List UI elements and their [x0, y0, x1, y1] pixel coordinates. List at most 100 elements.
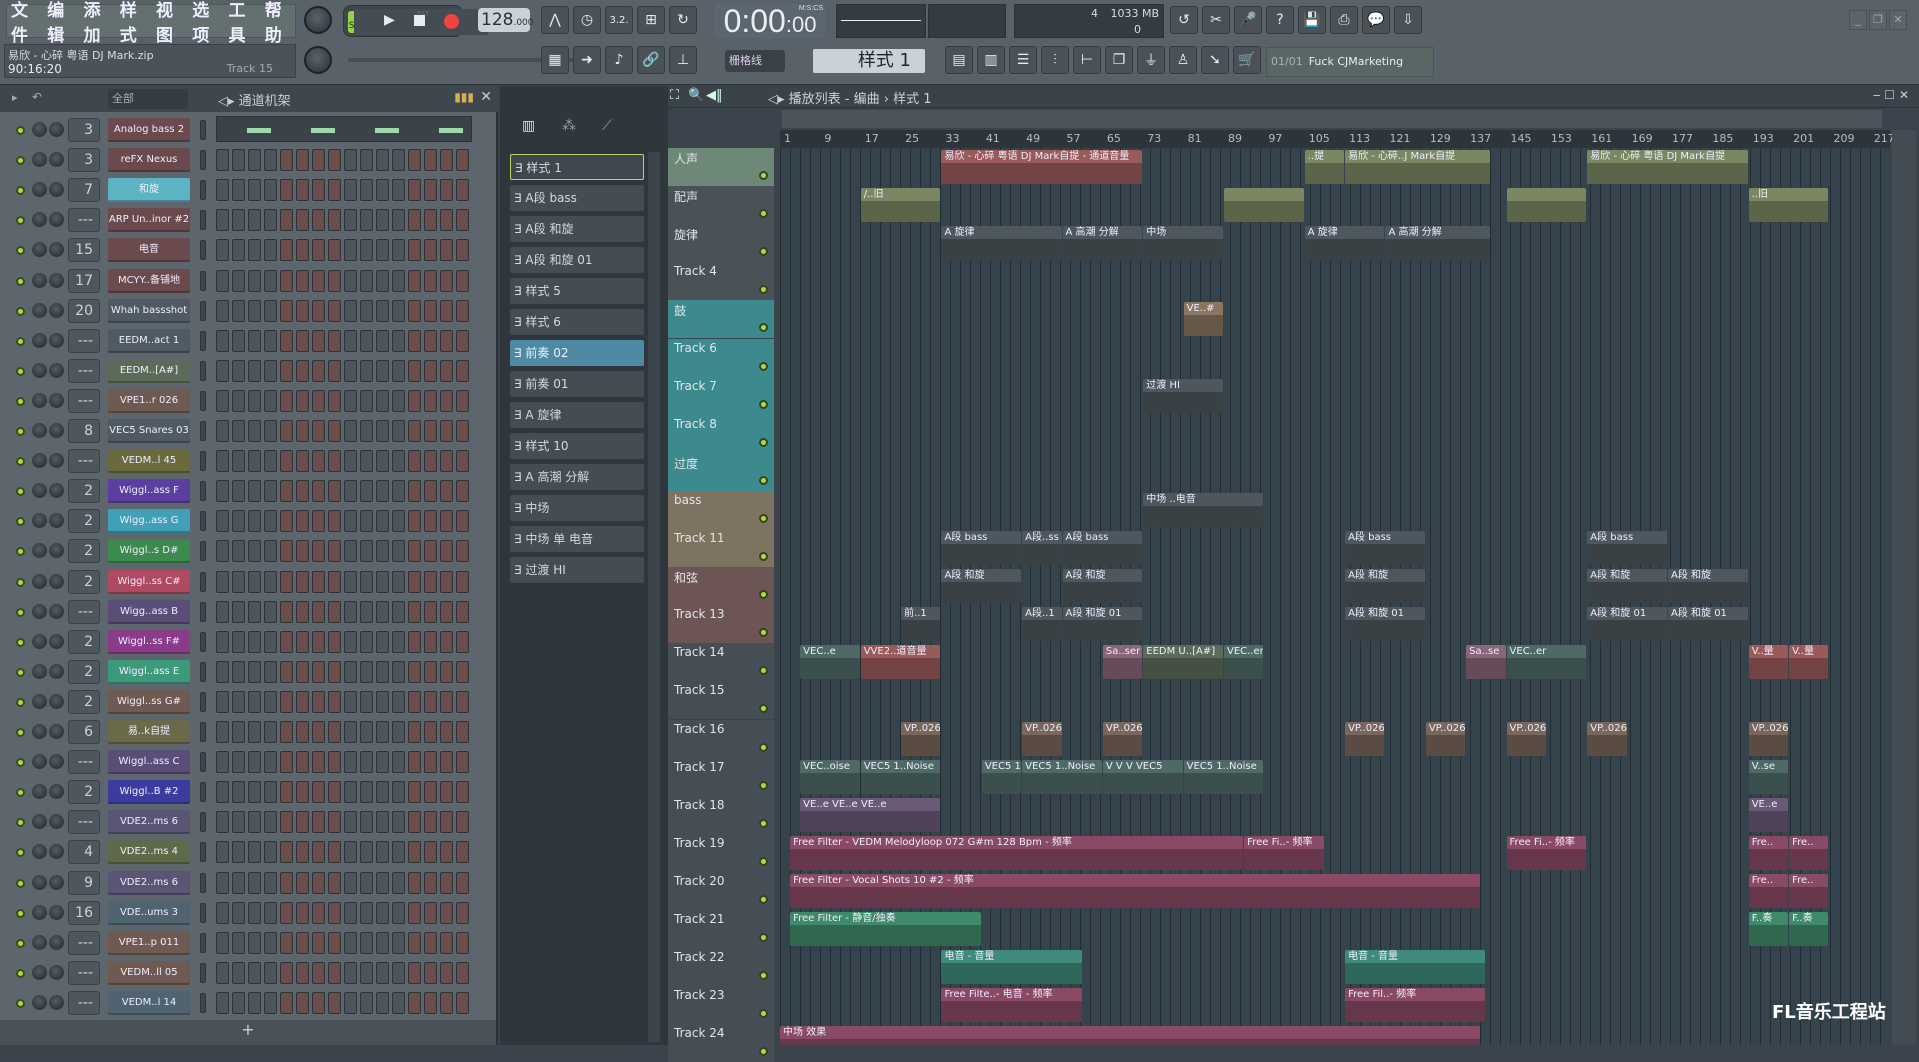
step-button[interactable] — [440, 901, 453, 924]
step-button[interactable] — [264, 781, 277, 804]
channel-volume-knob[interactable] — [49, 754, 64, 770]
playlist-clip[interactable]: VP..026 — [1587, 721, 1627, 756]
channel-volume-knob[interactable] — [49, 453, 64, 469]
microphone-icon[interactable]: 🎤 — [1234, 6, 1262, 34]
channel-pan-knob[interactable] — [32, 302, 47, 318]
step-button[interactable] — [328, 359, 341, 382]
step-button[interactable] — [216, 811, 229, 834]
step-button[interactable] — [248, 480, 261, 503]
playlist-clip[interactable]: ..提 — [1304, 150, 1345, 184]
channel-volume-knob[interactable] — [49, 603, 64, 619]
channel-volume-knob[interactable] — [49, 724, 64, 739]
step-button[interactable] — [312, 871, 325, 894]
channel-mixer-track[interactable]: --- — [68, 990, 100, 1015]
step-button[interactable] — [264, 630, 277, 653]
cut-icon[interactable]: ✂ — [1202, 6, 1230, 34]
step-button[interactable] — [344, 660, 357, 683]
step-button[interactable] — [408, 209, 421, 232]
step-button[interactable] — [344, 811, 357, 834]
playlist-clip[interactable]: VP..026 — [1345, 721, 1385, 756]
channel-pan-knob[interactable] — [32, 332, 47, 348]
step-button[interactable] — [424, 389, 437, 412]
step-button[interactable] — [328, 299, 341, 322]
step-button[interactable] — [360, 239, 373, 262]
step-button[interactable] — [264, 359, 277, 382]
playlist-clip[interactable]: VP..026 — [1102, 721, 1143, 756]
step-button[interactable] — [440, 540, 453, 563]
step-button[interactable] — [424, 570, 437, 593]
step-button[interactable] — [408, 961, 421, 984]
step-button[interactable] — [312, 540, 325, 563]
step-button[interactable] — [376, 420, 389, 442]
channel-volume-knob[interactable] — [49, 693, 64, 709]
step-button[interactable] — [296, 209, 309, 232]
audio-icon[interactable]: ⁂ — [562, 118, 576, 134]
step-button[interactable] — [392, 721, 405, 743]
channel-pan-knob[interactable] — [32, 603, 47, 619]
step-button[interactable] — [392, 781, 405, 804]
channel-select[interactable] — [200, 812, 206, 833]
step-button[interactable] — [456, 299, 469, 322]
step-button[interactable] — [280, 329, 293, 352]
step-button[interactable] — [440, 269, 453, 292]
step-button[interactable] — [248, 570, 261, 593]
channel-select[interactable] — [200, 150, 206, 171]
step-button[interactable] — [216, 871, 229, 894]
channel-mixer-track[interactable]: 7 — [68, 178, 100, 203]
track-header[interactable]: 人声 — [668, 148, 774, 186]
pattern-item[interactable]: ∃ 样式 10 — [510, 433, 644, 459]
step-button[interactable] — [248, 420, 261, 442]
step-button[interactable] — [408, 991, 421, 1014]
step-button[interactable] — [376, 299, 389, 322]
step-button[interactable] — [280, 570, 293, 593]
step-button[interactable] — [344, 841, 357, 864]
channel-mute-led[interactable] — [16, 637, 25, 647]
step-button[interactable] — [296, 239, 309, 262]
step-button[interactable] — [408, 450, 421, 473]
step-button[interactable] — [440, 871, 453, 894]
step-button[interactable] — [232, 179, 245, 202]
step-button[interactable] — [264, 540, 277, 563]
playlist-clip[interactable]: VEC5 1.. — [981, 759, 1022, 794]
step-button[interactable] — [424, 450, 437, 473]
minimize-icon[interactable]: _ — [1849, 10, 1867, 30]
add-channel-button[interactable]: + — [0, 1020, 496, 1045]
channel-select[interactable] — [200, 992, 206, 1013]
step-button[interactable] — [280, 751, 293, 774]
step-button[interactable] — [360, 871, 373, 894]
channel-pan-knob[interactable] — [32, 663, 47, 679]
note-icon[interactable]: ♪ — [605, 46, 633, 74]
step-button[interactable] — [408, 299, 421, 322]
step-button[interactable] — [280, 961, 293, 984]
step-button[interactable] — [424, 871, 437, 894]
step-button[interactable] — [344, 329, 357, 352]
step-button[interactable] — [440, 510, 453, 533]
step-button[interactable] — [408, 269, 421, 292]
record-icon[interactable] — [444, 14, 459, 29]
step-button[interactable] — [424, 630, 437, 653]
channel-pan-knob[interactable] — [32, 904, 47, 920]
step-button[interactable] — [232, 871, 245, 894]
step-button[interactable] — [296, 630, 309, 653]
step-button[interactable] — [216, 149, 229, 172]
step-button[interactable] — [392, 239, 405, 262]
channel-mute-led[interactable] — [16, 998, 25, 1008]
step-button[interactable] — [344, 269, 357, 292]
step-button[interactable] — [232, 329, 245, 352]
step-button[interactable] — [216, 239, 229, 262]
step-button[interactable] — [216, 510, 229, 533]
snap-selector[interactable]: 栅格线 — [725, 50, 785, 72]
step-button[interactable] — [232, 389, 245, 412]
step-button[interactable] — [376, 149, 389, 172]
channel-mute-led[interactable] — [16, 126, 25, 135]
track-header[interactable]: Track 21 — [668, 910, 774, 948]
playlist-clip[interactable]: A段 和旋 — [1062, 569, 1143, 604]
channel-volume-knob[interactable] — [49, 392, 64, 408]
playlist-clip[interactable]: VEC5 1..Noise — [1022, 759, 1102, 794]
channel-volume-knob[interactable] — [49, 302, 64, 318]
channel-mixer-track[interactable]: 17 — [68, 268, 100, 293]
step-button[interactable] — [392, 480, 405, 503]
pattern-item[interactable]: ∃ A 高潮 分解 — [510, 464, 644, 490]
channel-mute-led[interactable] — [16, 938, 25, 948]
channel-volume-knob[interactable] — [49, 332, 64, 348]
